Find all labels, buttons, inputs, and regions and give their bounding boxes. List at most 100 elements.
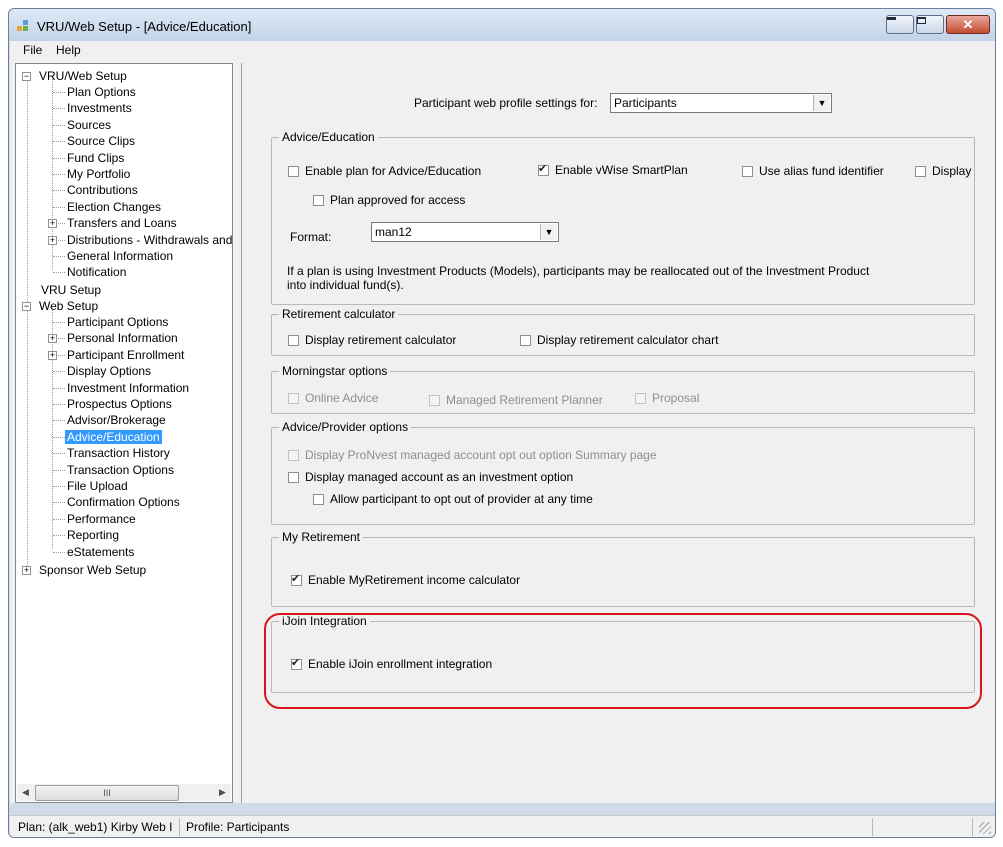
managed-account-investment-checkbox[interactable]: Display managed account as an investment… bbox=[288, 470, 573, 484]
profile-dropdown[interactable]: Participants ▼ bbox=[610, 93, 832, 113]
tree-node-personal-information[interactable]: + Personal Information bbox=[47, 330, 180, 346]
tree-node-performance[interactable]: Performance bbox=[47, 511, 138, 527]
display-retirement-chart-checkbox[interactable]: Display retirement calculator chart bbox=[520, 333, 718, 347]
tree-node-transaction-history[interactable]: Transaction History bbox=[47, 445, 172, 461]
tree-node-label: VRU Setup bbox=[41, 283, 102, 297]
resize-grip-icon[interactable] bbox=[979, 822, 991, 834]
enable-plan-advice-checkbox[interactable]: Enable plan for Advice/Education bbox=[288, 164, 481, 178]
group-title: Advice/Education bbox=[279, 130, 378, 144]
tree-node-participant-enrollment[interactable]: + Participant Enrollment bbox=[47, 347, 186, 363]
close-button[interactable]: ✕ bbox=[946, 15, 990, 34]
profile-dropdown-value: Participants bbox=[614, 96, 677, 110]
tree-node-election-changes[interactable]: Election Changes bbox=[47, 199, 163, 215]
tree-node-distributions-withdrawals-and-t[interactable]: + Distributions - Withdrawals and T bbox=[47, 232, 232, 248]
tree-node-advice-education[interactable]: Advice/Education bbox=[47, 429, 162, 445]
tree-node-label: Participant Enrollment bbox=[67, 347, 185, 362]
tree-node-sources[interactable]: Sources bbox=[47, 117, 113, 133]
expand-icon[interactable]: + bbox=[48, 350, 57, 360]
scroll-right-icon[interactable]: ▶ bbox=[214, 784, 231, 801]
tree-node-label: eStatements bbox=[67, 544, 135, 559]
tree-node-label: Advice/Education bbox=[65, 429, 162, 444]
tree-node-label: Investments bbox=[67, 101, 132, 116]
tree-node-general-information[interactable]: General Information bbox=[47, 248, 175, 264]
format-dropdown-value: man12 bbox=[375, 225, 412, 239]
tree-node-transaction-options[interactable]: Transaction Options bbox=[47, 462, 176, 478]
tree-node-advisor-brokerage[interactable]: Advisor/Brokerage bbox=[47, 412, 168, 428]
tree-node-web-setup[interactable]: − Web Setup bbox=[22, 298, 100, 314]
close-icon: ✕ bbox=[962, 17, 974, 32]
tree-connector bbox=[53, 502, 65, 504]
tree-node-prospectus-options[interactable]: Prospectus Options bbox=[47, 396, 174, 412]
tree-connector bbox=[53, 174, 65, 175]
tree-connector bbox=[53, 387, 65, 389]
collapse-icon[interactable]: − bbox=[22, 72, 31, 81]
expand-icon[interactable]: + bbox=[48, 235, 57, 245]
menu-help[interactable]: Help bbox=[56, 43, 81, 57]
expand-icon[interactable]: + bbox=[48, 219, 57, 229]
tree-node-vru-web-setup[interactable]: − VRU/Web Setup bbox=[22, 68, 129, 84]
tree-node-my-portfolio[interactable]: My Portfolio bbox=[47, 166, 132, 182]
checkbox-label: Online Advice bbox=[305, 391, 379, 405]
tree-node-participant-options[interactable]: Participant Options bbox=[47, 314, 170, 330]
group-my-retirement: My Retirement ✔ Enable MyRetirement incom… bbox=[271, 530, 975, 607]
expand-icon[interactable]: + bbox=[22, 566, 31, 575]
tree-node-label: Prospectus Options bbox=[67, 397, 172, 411]
tree-horizontal-scrollbar[interactable]: ◀ III ▶ bbox=[17, 784, 231, 801]
tree-node-label: Contributions bbox=[67, 183, 138, 198]
tree-node-investments[interactable]: Investments bbox=[47, 100, 134, 116]
tree-node-transfers-and-loans[interactable]: + Transfers and Loans bbox=[47, 215, 179, 231]
tree-node-label: Notification bbox=[67, 265, 127, 280]
expand-icon[interactable]: + bbox=[48, 334, 57, 344]
managed-retirement-planner-checkbox[interactable]: Managed Retirement Planner bbox=[429, 393, 603, 407]
tree-node-file-upload[interactable]: File Upload bbox=[47, 478, 130, 494]
checkbox-label: Use alias fund identifier bbox=[759, 164, 884, 178]
title-bar[interactable]: VRU/Web Setup - [Advice/Education] ✕ bbox=[9, 9, 995, 41]
tree-node-estatements[interactable]: eStatements bbox=[47, 544, 136, 560]
tree-node-vru-setup[interactable]: VRU Setup bbox=[39, 282, 103, 298]
tree-node-label: Web Setup bbox=[39, 299, 99, 313]
menu-file[interactable]: File bbox=[23, 43, 42, 57]
tree-node-investment-information[interactable]: Investment Information bbox=[47, 380, 191, 396]
tree-node-sponsor-web-setup[interactable]: + Sponsor Web Setup bbox=[22, 562, 148, 578]
maximize-button[interactable] bbox=[916, 15, 944, 34]
navigation-tree[interactable]: − VRU/Web Setup Plan Options Investments S… bbox=[15, 63, 233, 803]
minimize-button[interactable] bbox=[886, 15, 914, 34]
plan-approved-checkbox[interactable]: Plan approved for access bbox=[313, 193, 465, 207]
tree-node-contributions[interactable]: Contributions bbox=[47, 182, 140, 198]
tree-node-notification[interactable]: Notification bbox=[47, 264, 128, 280]
enable-vwise-checkbox[interactable]: ✔ Enable vWise SmartPlan bbox=[538, 163, 688, 177]
display-checkbox[interactable]: Display bbox=[915, 164, 971, 178]
checkbox-icon bbox=[635, 393, 646, 404]
tree-connector bbox=[53, 453, 65, 455]
proposal-checkbox[interactable]: Proposal bbox=[635, 391, 699, 405]
scroll-left-icon[interactable]: ◀ bbox=[17, 784, 34, 801]
checkbox-icon bbox=[313, 195, 324, 206]
scroll-thumb[interactable]: III bbox=[35, 785, 179, 801]
tree-node-source-clips[interactable]: Source Clips bbox=[47, 133, 137, 149]
tree-node-plan-options[interactable]: Plan Options bbox=[47, 84, 138, 100]
display-retirement-calculator-checkbox[interactable]: Display retirement calculator bbox=[288, 333, 456, 347]
tree-connector bbox=[53, 469, 65, 471]
tree-node-reporting[interactable]: Reporting bbox=[47, 527, 121, 543]
status-bar: Plan: (alk_web1) Kirby Web I Profile: Pa… bbox=[10, 815, 995, 837]
checkbox-icon bbox=[288, 335, 299, 346]
tree-connector bbox=[53, 256, 65, 257]
tree-connector bbox=[53, 322, 65, 323]
collapse-icon[interactable]: − bbox=[22, 302, 31, 311]
checkbox-icon bbox=[288, 450, 299, 461]
status-separator bbox=[972, 818, 973, 836]
enable-myretirement-checkbox[interactable]: ✔ Enable MyRetirement income calculator bbox=[291, 573, 520, 587]
allow-opt-out-checkbox[interactable]: Allow participant to opt out of provider… bbox=[313, 492, 593, 506]
profile-label: Participant web profile settings for: bbox=[414, 96, 598, 110]
format-dropdown[interactable]: man12 ▼ bbox=[371, 222, 559, 242]
online-advice-checkbox[interactable]: Online Advice bbox=[288, 391, 378, 405]
chevron-down-icon[interactable]: ▼ bbox=[813, 95, 830, 111]
use-alias-checkbox[interactable]: Use alias fund identifier bbox=[742, 164, 884, 178]
tree-connector bbox=[53, 206, 65, 208]
chevron-down-icon[interactable]: ▼ bbox=[540, 224, 557, 240]
tree-node-fund-clips[interactable]: Fund Clips bbox=[47, 150, 126, 166]
tree-node-display-options[interactable]: Display Options bbox=[47, 363, 153, 379]
tree-node-label: Investment Information bbox=[67, 380, 190, 395]
tree-node-confirmation-options[interactable]: Confirmation Options bbox=[47, 494, 182, 510]
pronvest-opt-out-checkbox[interactable]: Display ProNvest managed account opt out… bbox=[288, 448, 657, 462]
